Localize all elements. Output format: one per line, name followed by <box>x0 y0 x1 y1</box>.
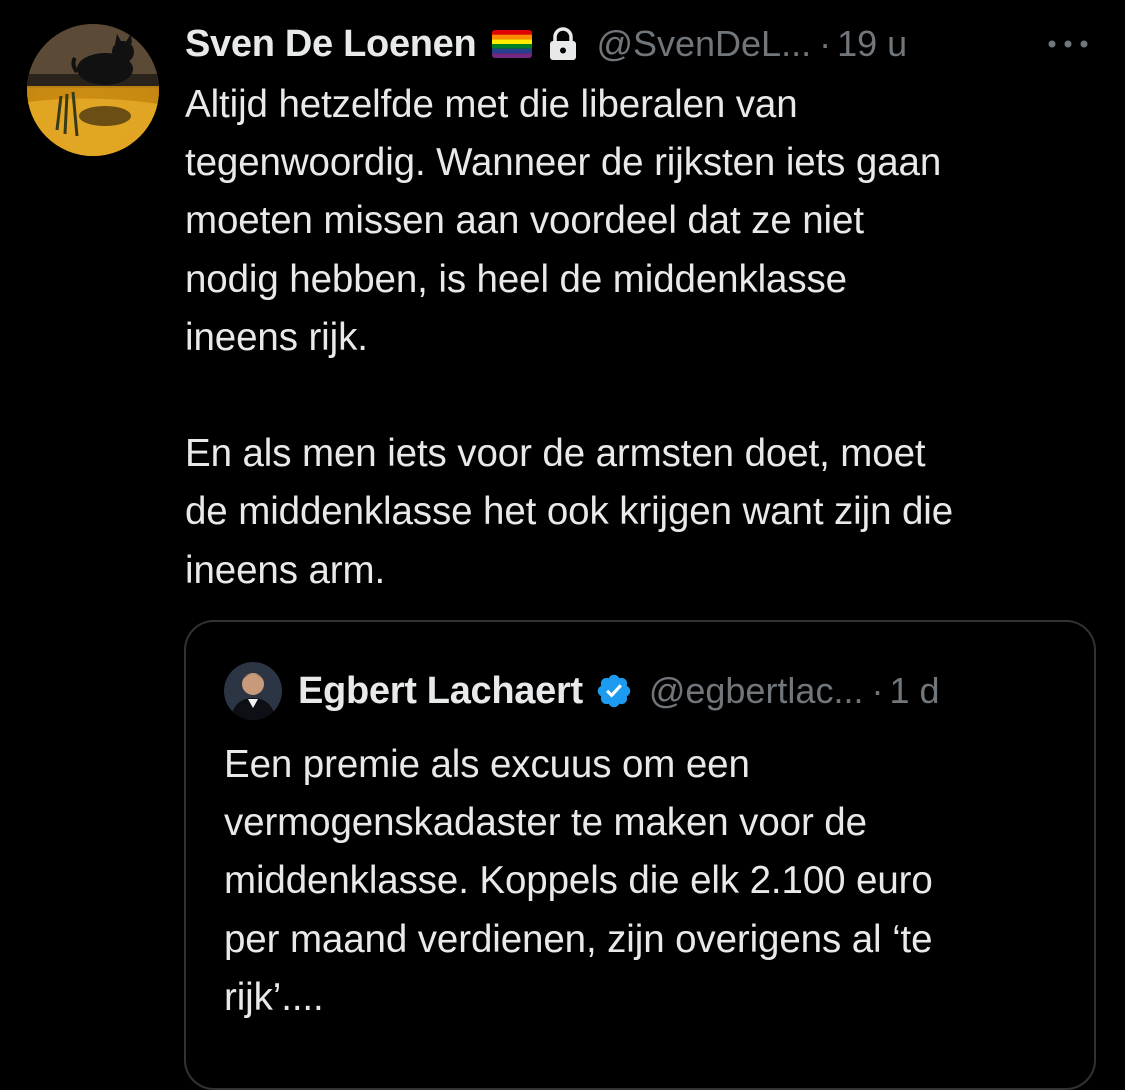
quoted-author-handle: @egbertlac... <box>648 670 864 711</box>
quoted-tweet-text: Een premie als excuus om een vermogenska… <box>224 743 933 1019</box>
tweet-header: Sven De Loenen @SvenDeL... · 19 u <box>185 18 1105 70</box>
tweet[interactable]: Sven De Loenen @SvenDeL... · 19 u Altijd… <box>0 0 1125 1090</box>
quoted-tweet[interactable]: Egbert Lachaert @egbertlac... · 1 d Een … <box>184 620 1096 1090</box>
tweet-timestamp[interactable]: 19 u <box>837 23 907 65</box>
author-handle[interactable]: @SvenDeL... <box>596 23 811 65</box>
lock-icon <box>548 27 578 61</box>
quoted-tweet-header: Egbert Lachaert @egbertlac... · 1 d <box>298 664 940 718</box>
quoted-author-avatar <box>224 662 282 720</box>
tweet-text: Altijd hetzelfde met die liberalen van t… <box>185 83 954 592</box>
separator-dot: · <box>819 23 832 64</box>
author-name[interactable]: Sven De Loenen <box>185 23 477 66</box>
avatar-image <box>27 24 159 156</box>
rainbow-flag-icon <box>492 30 533 58</box>
author-avatar[interactable] <box>27 24 159 156</box>
quoted-separator-dot: · <box>871 670 884 711</box>
quoted-author-name: Egbert Lachaert <box>298 669 583 712</box>
more-options-icon[interactable] <box>1042 30 1094 58</box>
verified-badge-icon <box>595 672 633 710</box>
quoted-tweet-timestamp: 1 d <box>889 670 940 711</box>
